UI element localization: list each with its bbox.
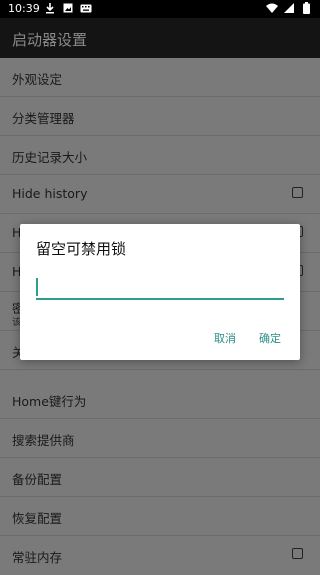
setting-label: Home键行为 <box>12 394 87 409</box>
setting-category-manager[interactable]: 分类管理器 <box>0 97 320 136</box>
cancel-button[interactable]: 取消 <box>214 330 236 346</box>
setting-label: 历史记录大小 <box>12 150 88 165</box>
setting-label: 恢复配置 <box>12 511 63 526</box>
password-input[interactable] <box>36 276 284 300</box>
status-bar: 10:39 <box>0 0 320 18</box>
text-cursor <box>36 278 38 296</box>
battery-icon <box>300 1 312 15</box>
app-toolbar: 启动器设置 <box>0 18 320 58</box>
setting-label: Hide history <box>12 186 88 201</box>
page-title: 启动器设置 <box>12 31 88 49</box>
setting-label: 外观设定 <box>12 72 63 87</box>
signal-icon <box>283 1 295 15</box>
dialog-title: 留空可禁用锁 <box>36 240 127 258</box>
setting-keep-in-memory[interactable]: 常驻内存 <box>0 536 320 575</box>
lock-password-dialog: 留空可禁用锁 取消 确定 <box>20 224 300 360</box>
setting-label: 常驻内存 <box>12 550 63 565</box>
status-time: 10:39 <box>8 2 40 15</box>
ok-button[interactable]: 确定 <box>259 330 281 346</box>
download-icon <box>44 1 56 15</box>
wifi-icon <box>266 1 278 15</box>
setting-backup-config[interactable]: 备份配置 <box>0 458 320 497</box>
keyboard-icon <box>80 1 92 15</box>
setting-label: 备份配置 <box>12 472 63 487</box>
setting-home-key-behavior[interactable]: Home键行为 <box>0 380 320 419</box>
setting-appearance[interactable]: 外观设定 <box>0 58 320 97</box>
setting-search-provider[interactable]: 搜索提供商 <box>0 419 320 458</box>
image-icon <box>62 1 74 15</box>
hide-history-checkbox[interactable] <box>292 187 303 198</box>
setting-label: 分类管理器 <box>12 111 75 126</box>
keep-in-memory-checkbox[interactable] <box>292 548 303 559</box>
setting-history-size[interactable]: 历史记录大小 <box>0 136 320 175</box>
setting-hide-history[interactable]: Hide history <box>0 175 320 214</box>
setting-restore-config[interactable]: 恢复配置 <box>0 497 320 536</box>
setting-label: 搜索提供商 <box>12 433 75 448</box>
